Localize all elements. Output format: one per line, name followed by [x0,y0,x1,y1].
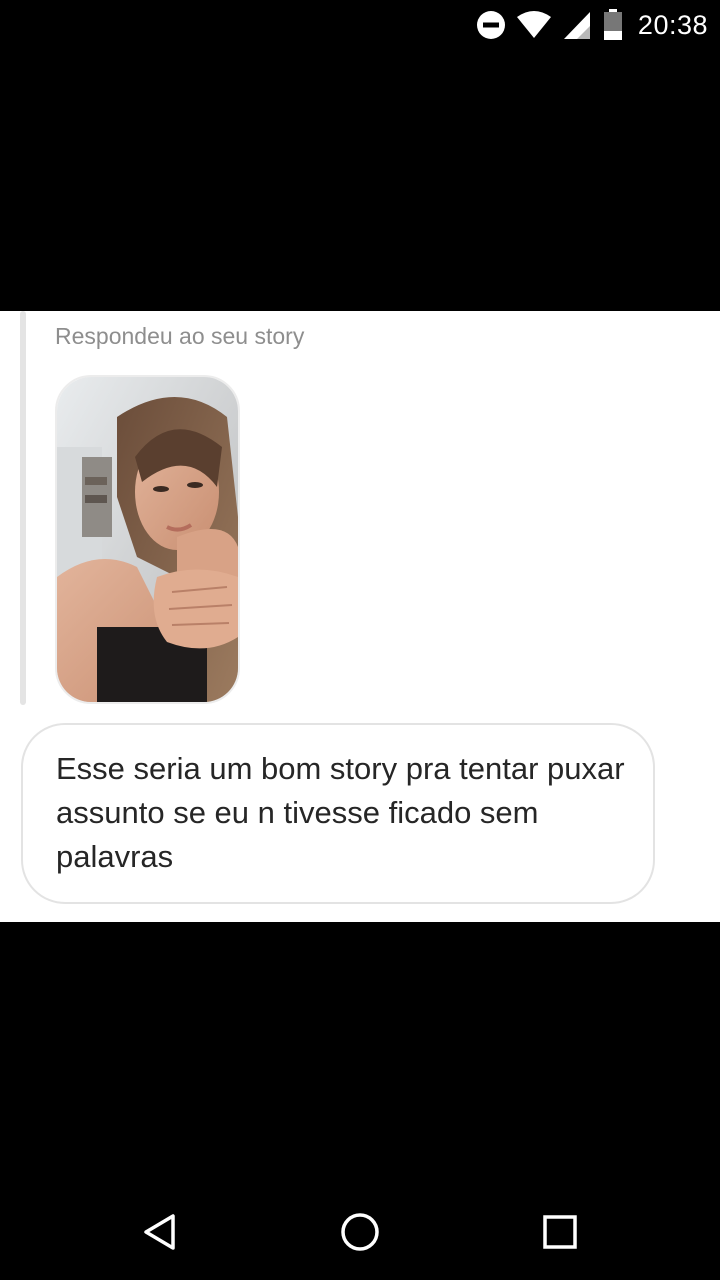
battery-icon [602,9,624,41]
conversation-panel: Respondeu ao seu story Esse seria um bom… [0,311,720,922]
back-button[interactable] [120,1192,200,1272]
home-icon [341,1213,379,1251]
reply-indicator-bar [20,311,26,705]
message-text: Esse seria um bom story pra tentar puxar… [56,751,625,874]
story-photo [57,377,238,702]
status-bar: 20:38 [0,0,720,48]
recents-button[interactable] [520,1192,600,1272]
story-reply-label: Respondeu ao seu story [55,323,305,349]
do-not-disturb-icon [476,10,506,40]
wifi-icon [516,11,552,39]
recents-icon [543,1215,577,1249]
home-button[interactable] [320,1192,400,1272]
story-thumbnail[interactable] [55,375,240,704]
signal-icon [562,10,592,40]
clock: 20:38 [637,9,708,40]
status-icons: 20:38 [476,6,708,44]
navigation-bar [0,1180,720,1280]
back-icon [144,1214,175,1250]
message-bubble[interactable]: Esse seria um bom story pra tentar puxar… [21,723,655,904]
